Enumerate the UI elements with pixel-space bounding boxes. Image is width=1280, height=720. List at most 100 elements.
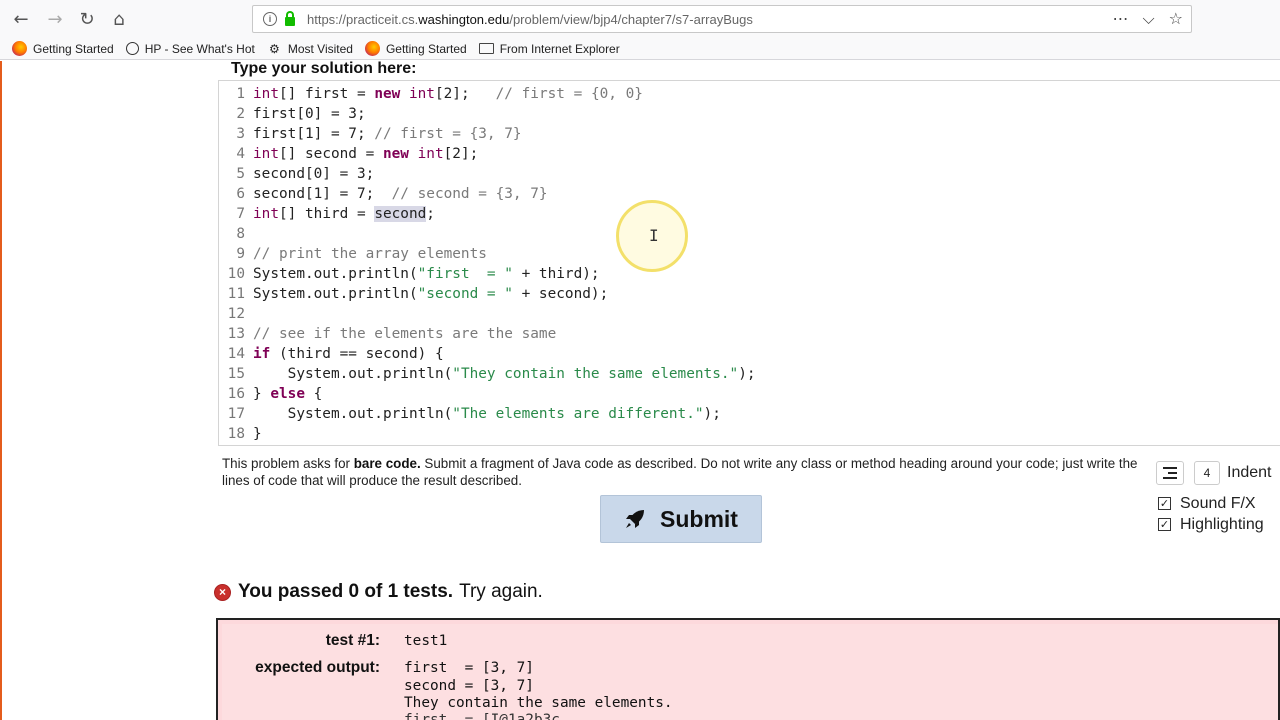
rocket-icon — [624, 508, 646, 530]
line-number: 15 — [227, 366, 245, 382]
line-number: 9 — [236, 246, 245, 262]
sound-fx-toggle[interactable]: ✓ Sound F/X — [1158, 493, 1280, 514]
sound-fx-label: Sound F/X — [1180, 494, 1256, 512]
firefox-icon — [364, 41, 380, 56]
highlighting-checkbox[interactable]: ✓ — [1158, 518, 1171, 531]
bookmark-getting-started-2[interactable]: Getting Started — [364, 41, 467, 56]
bookmark-label: HP - See What's Hot — [144, 41, 255, 56]
bookmark-label: Getting Started — [33, 41, 114, 56]
text-cursor-icon: I — [649, 226, 659, 245]
pocket-icon[interactable]: ⌵ — [1143, 9, 1155, 29]
code-line[interactable]: 4 int[] second = new int[2]; — [219, 144, 1279, 164]
info-icon[interactable]: i — [263, 12, 277, 26]
line-number: 18 — [227, 426, 245, 442]
code-line[interactable]: 18} — [219, 424, 1279, 444]
solution-heading: Type your solution here: — [231, 61, 417, 77]
sound-fx-checkbox[interactable]: ✓ — [1158, 497, 1171, 510]
result-count: You passed 0 of 1 tests. — [238, 581, 454, 602]
code-text: first[1] = 7; // first = {3, 7} — [253, 126, 522, 142]
bookmark-hp-see-whats-hot[interactable]: HP - See What's Hot — [125, 41, 255, 56]
bare-code-note: This problem asks for bare code. Submit … — [222, 455, 1142, 489]
folder-icon — [478, 43, 494, 54]
code-text: if (third == second) { — [253, 346, 444, 362]
code-line[interactable]: 3 first[1] = 7; // first = {3, 7} — [219, 124, 1279, 144]
code-text: int[] first = new int[2]; // first = {0,… — [253, 86, 643, 102]
code-text: System.out.println("second = " + second)… — [253, 286, 609, 302]
line-number: 10 — [227, 266, 245, 282]
page-actions-icon[interactable]: ⋯ — [1113, 9, 1129, 29]
highlighting-label: Highlighting — [1180, 515, 1264, 533]
code-text: first[0] = 3; — [253, 106, 366, 122]
fail-icon: × — [214, 583, 231, 601]
bookmark-label: Most Visited — [287, 41, 353, 56]
line-number: 17 — [227, 406, 245, 422]
actual-output-partial: first = [I@1a2b3c — [404, 712, 560, 720]
test-name: test1 — [404, 633, 448, 649]
code-line[interactable]: 6 second[1] = 7; // second = {3, 7} — [219, 184, 1279, 204]
submit-button[interactable]: Submit — [600, 495, 762, 543]
code-line[interactable]: 17 System.out.println("The elements are … — [219, 404, 1279, 424]
indent-button[interactable] — [1156, 461, 1184, 485]
page-content: Type your solution here: 1 int[] first = … — [0, 61, 1280, 720]
line-number: 14 — [227, 346, 245, 362]
code-line[interactable]: 1 int[] first = new int[2]; // first = {0… — [219, 84, 1279, 104]
reload-icon[interactable]: ↻ — [74, 7, 100, 31]
indent-icon — [1163, 467, 1177, 479]
editor-settings: 4 Indent ✓ Sound F/X ✓ Highlighting — [1156, 460, 1280, 535]
bookmark-getting-started[interactable]: Getting Started — [12, 41, 114, 56]
code-line[interactable]: 9 // print the array elements — [219, 244, 1279, 264]
line-number: 16 — [227, 386, 245, 402]
code-text: } else { — [253, 386, 323, 402]
back-icon[interactable]: ← — [8, 7, 34, 31]
test-label: test #1: — [325, 632, 380, 649]
highlighting-toggle[interactable]: ✓ Highlighting — [1158, 514, 1280, 535]
expected-output-label: expected output: — [255, 659, 380, 676]
note-bold: bare code. — [353, 456, 421, 471]
left-accent-rule — [0, 61, 2, 720]
code-text: } — [253, 426, 262, 442]
code-line[interactable]: 7 int[] third = second; — [219, 204, 1279, 224]
url-text[interactable]: https://practiceit.cs.washington.edu/pro… — [307, 12, 753, 27]
test-result-summary: × You passed 0 of 1 tests. Try again. — [214, 581, 543, 603]
test-result-box: test #1: test1 expected output: first = … — [216, 618, 1280, 720]
code-line[interactable]: 8 — [219, 224, 1279, 244]
gear-icon: ⚙ — [268, 41, 280, 56]
indent-control: 4 Indent — [1156, 460, 1280, 486]
home-icon[interactable]: ⌂ — [106, 7, 132, 31]
code-line[interactable]: 15 System.out.println("They contain the … — [219, 364, 1279, 384]
code-line[interactable]: 16 } else { — [219, 384, 1279, 404]
code-text: int[] second = new int[2]; — [253, 146, 479, 162]
code-text: System.out.println("first = " + third); — [253, 266, 600, 282]
url-bar[interactable]: i https://practiceit.cs.washington.edu/p… — [252, 5, 1192, 33]
code-line[interactable]: 10 System.out.println("first = " + third)… — [219, 264, 1279, 284]
line-number: 11 — [227, 286, 245, 302]
code-text: System.out.println("They contain the sam… — [253, 366, 756, 382]
line-number: 4 — [236, 146, 245, 162]
code-text: // print the array elements — [253, 246, 487, 262]
url-host: washington.edu — [418, 11, 510, 27]
url-actions: ⋯ ⌵ ☆ — [1113, 9, 1183, 29]
bookmark-from-internet-explorer[interactable]: From Internet Explorer — [478, 42, 620, 56]
line-number: 8 — [236, 226, 245, 242]
bookmark-most-visited[interactable]: ⚙ Most Visited — [267, 41, 353, 56]
browser-navbar: ← → ↻ ⌂ i https://practiceit.cs.washingt… — [0, 0, 1280, 38]
bookmark-label: Getting Started — [385, 41, 467, 56]
code-editor[interactable]: 1 int[] first = new int[2]; // first = {0… — [218, 80, 1280, 446]
code-line[interactable]: 14 if (third == second) { — [219, 344, 1279, 364]
code-line[interactable]: 11 System.out.println("second = " + secon… — [219, 284, 1279, 304]
url-prefix: https://practiceit.cs. — [307, 11, 419, 27]
forward-icon[interactable]: → — [42, 7, 68, 31]
expected-output: first = [3, 7] second = [3, 7] They cont… — [404, 660, 673, 711]
bookmark-star-icon[interactable]: ☆ — [1169, 9, 1183, 29]
code-line[interactable]: 5 second[0] = 3; — [219, 164, 1279, 184]
result-hint: Try again. — [459, 581, 543, 602]
code-text: // see if the elements are the same — [253, 326, 557, 342]
line-number: 6 — [236, 186, 245, 202]
code-line[interactable]: 13 // see if the elements are the same — [219, 324, 1279, 344]
code-line[interactable]: 12 — [219, 304, 1279, 324]
line-number: 7 — [236, 206, 245, 222]
code-line[interactable]: 2 first[0] = 3; — [219, 104, 1279, 124]
line-number: 13 — [227, 326, 245, 342]
indent-size-input[interactable]: 4 — [1194, 461, 1220, 485]
line-number: 1 — [236, 86, 245, 102]
